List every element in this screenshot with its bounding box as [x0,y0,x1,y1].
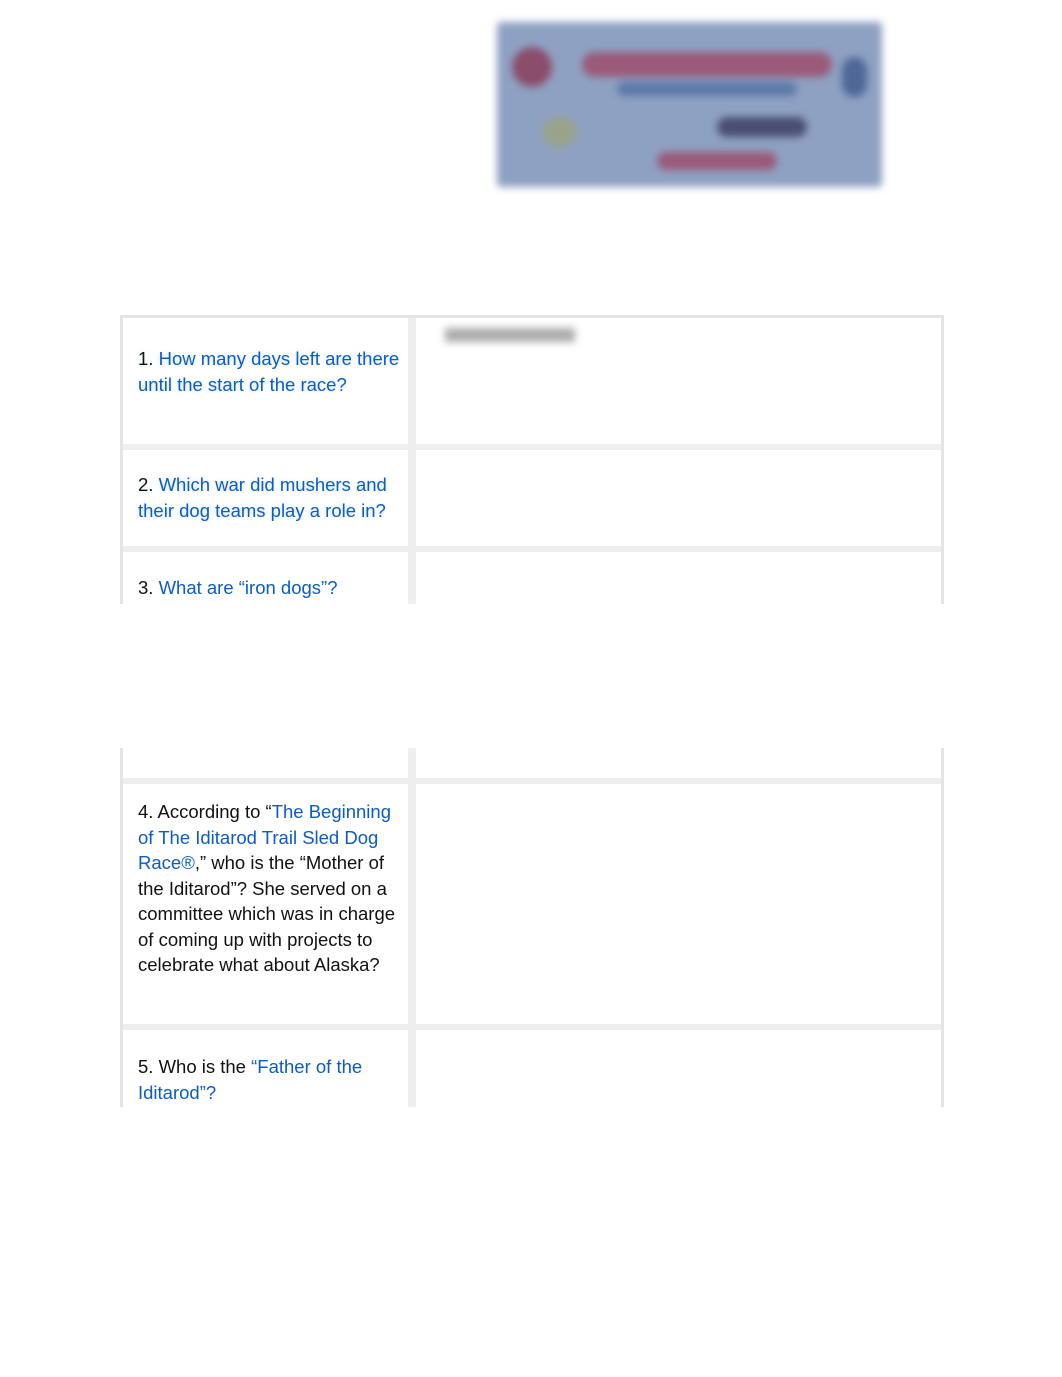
question-3: 3. What are “iron dogs”? [138,577,338,598]
question-5: 5. Who is the “Father of the Iditarod”? [138,1056,363,1103]
question-2: 2. Which war did mushers and their dog t… [138,474,387,521]
table-row: 4. According to “The Beginning of The Id… [123,784,941,1030]
question-3-link[interactable]: What are “iron dogs”? [159,577,338,598]
table-row: 5. Who is the “Father of the Iditarod”? [123,1030,941,1110]
question-4: 4. According to “The Beginning of The Id… [138,801,396,975]
table-row: 3. What are “iron dogs”? [123,552,941,612]
question-2-link[interactable]: Which war did mushers and their dog team… [138,474,387,521]
questions-table-part1: 1. How many days left are there until th… [120,315,944,604]
questions-table-part2: 4. According to “The Beginning of The Id… [120,748,944,1107]
table-row: 1. How many days left are there until th… [123,318,941,450]
question-1-link[interactable]: How many days left are there until the s… [138,348,399,395]
question-1: 1. How many days left are there until th… [138,348,400,395]
iditarod-banner-image [497,22,882,187]
document-page: 1. How many days left are there until th… [0,0,1062,1377]
table-row [123,748,941,784]
answer-1-blurred [445,328,575,342]
table-row: 2. Which war did mushers and their dog t… [123,450,941,552]
